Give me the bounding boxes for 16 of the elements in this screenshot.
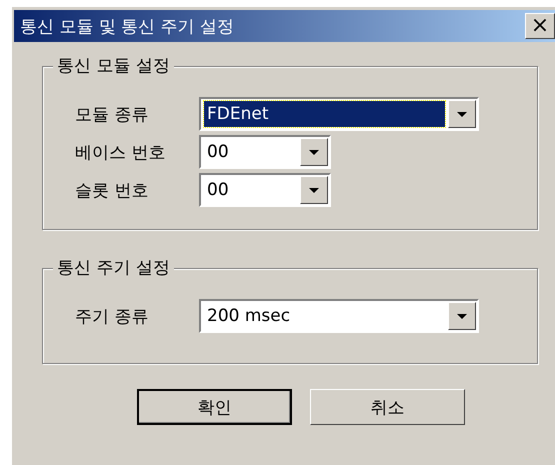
field-label: 주기 종류 [75, 306, 150, 328]
field-label: 슬롯 번호 [75, 180, 150, 202]
dropdown-value: FDEnet [204, 101, 445, 127]
dropdown[interactable]: 00 [199, 135, 331, 169]
window-title: 통신 모듈 및 통신 주기 설정 [20, 16, 234, 38]
close-button[interactable]: × [525, 13, 555, 39]
dialog-button[interactable]: 취소 [310, 389, 465, 425]
dialog-button[interactable]: 확인 [137, 389, 292, 425]
dropdown[interactable]: FDEnet [199, 97, 479, 131]
dropdown-value: 00 [206, 141, 230, 164]
dropdown[interactable]: 00 [199, 173, 331, 207]
field-label: 베이스 번호 [75, 142, 166, 164]
dropdown[interactable]: 200 msec [199, 299, 479, 333]
dropdown-value: 200 msec [206, 305, 292, 328]
dropdown-value: 00 [206, 179, 230, 202]
field-label: 모듈 종류 [75, 104, 150, 126]
